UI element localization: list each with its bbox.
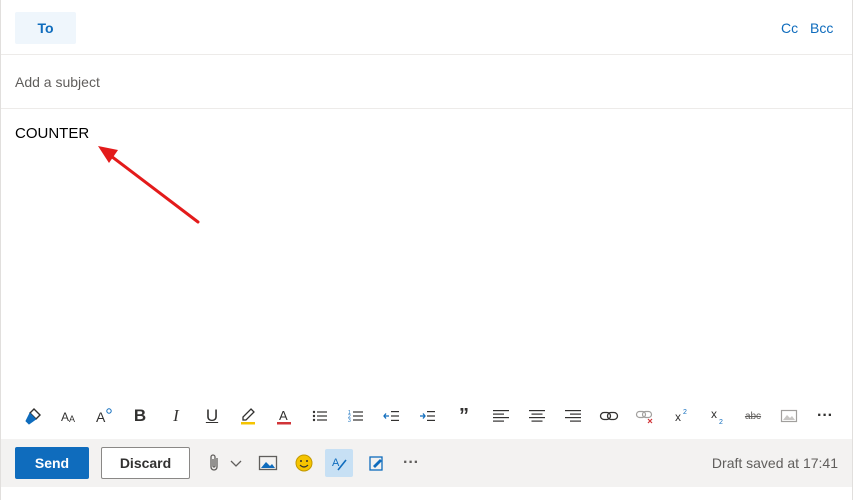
- draft-status: Draft saved at 17:41: [711, 455, 838, 471]
- align-left-icon[interactable]: [486, 401, 516, 431]
- insert-image-icon[interactable]: [254, 449, 282, 477]
- body-text[interactable]: COUNTER: [15, 125, 89, 142]
- quote-icon[interactable]: ”: [449, 401, 479, 431]
- discard-button[interactable]: Discard: [101, 447, 190, 479]
- editor-icon[interactable]: A: [325, 449, 353, 477]
- insert-picture-icon[interactable]: [774, 401, 804, 431]
- subscript-icon[interactable]: x2: [703, 401, 733, 431]
- formatting-toolbar: AA A B I U A 123 ” x 2 x 2 abc ···: [1, 398, 852, 434]
- compose-window: To Cc Bcc COUNTER AA A B I U: [0, 0, 853, 500]
- subject-row: [1, 55, 852, 109]
- cc-link[interactable]: Cc: [781, 20, 798, 36]
- svg-text:3: 3: [348, 418, 351, 424]
- bold-icon[interactable]: B: [125, 401, 155, 431]
- numbering-icon[interactable]: 123: [341, 401, 371, 431]
- decrease-indent-icon[interactable]: [377, 401, 407, 431]
- remove-link-icon[interactable]: [630, 401, 660, 431]
- font-color-icon[interactable]: A: [269, 401, 299, 431]
- format-painter-icon[interactable]: [19, 401, 49, 431]
- highlight-icon[interactable]: [233, 401, 263, 431]
- underline-icon[interactable]: U: [197, 401, 227, 431]
- bullets-icon[interactable]: [305, 401, 335, 431]
- svg-text:A: A: [96, 409, 106, 425]
- subject-input[interactable]: [15, 72, 715, 92]
- superscript-icon[interactable]: x2: [667, 401, 697, 431]
- increase-indent-icon[interactable]: [413, 401, 443, 431]
- svg-text:A: A: [69, 414, 75, 424]
- svg-text:x: x: [711, 407, 717, 421]
- svg-text:2: 2: [683, 409, 687, 416]
- italic-icon[interactable]: I: [161, 401, 191, 431]
- emoji-icon[interactable]: [290, 449, 318, 477]
- chevron-down-icon[interactable]: [222, 449, 250, 477]
- font-size-icon[interactable]: AA: [54, 401, 84, 431]
- bcc-link[interactable]: Bcc: [810, 20, 833, 36]
- more-options-icon[interactable]: ···: [810, 401, 840, 431]
- svg-text:x: x: [675, 410, 681, 424]
- recipients-row: To Cc Bcc: [1, 0, 852, 55]
- send-button[interactable]: Send: [15, 447, 89, 479]
- grow-font-icon[interactable]: A: [89, 401, 119, 431]
- align-right-icon[interactable]: [558, 401, 588, 431]
- action-bar: Send Discard A ··· Draft saved at 17:41: [1, 439, 852, 487]
- annotation-arrow: [98, 146, 200, 224]
- svg-text:A: A: [332, 457, 340, 469]
- svg-text:A: A: [279, 408, 288, 423]
- svg-text:A: A: [61, 410, 69, 424]
- more-actions-icon[interactable]: ···: [397, 449, 425, 477]
- to-button[interactable]: To: [15, 12, 76, 44]
- strikethrough-icon[interactable]: abc: [738, 401, 768, 431]
- signature-icon[interactable]: [363, 449, 391, 477]
- align-center-icon[interactable]: [522, 401, 552, 431]
- insert-link-icon[interactable]: [594, 401, 624, 431]
- svg-text:2: 2: [719, 419, 723, 425]
